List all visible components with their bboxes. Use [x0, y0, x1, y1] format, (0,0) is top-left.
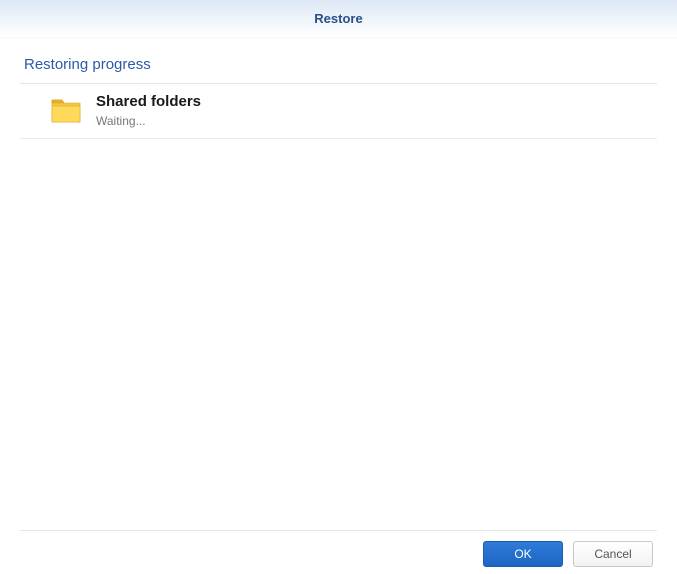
cancel-button[interactable]: Cancel — [573, 541, 653, 567]
title-bar: Restore — [0, 0, 677, 38]
item-text-block: Shared folders Waiting... — [96, 93, 201, 128]
list-item: Shared folders Waiting... — [20, 84, 657, 139]
section-heading: Restoring progress — [0, 38, 677, 83]
ok-button[interactable]: OK — [483, 541, 563, 567]
content-area: Shared folders Waiting... — [0, 84, 677, 530]
folder-icon — [50, 96, 82, 124]
window-title: Restore — [314, 11, 362, 26]
item-status: Waiting... — [96, 114, 201, 128]
item-title: Shared folders — [96, 93, 201, 110]
button-bar: OK Cancel — [0, 531, 677, 567]
